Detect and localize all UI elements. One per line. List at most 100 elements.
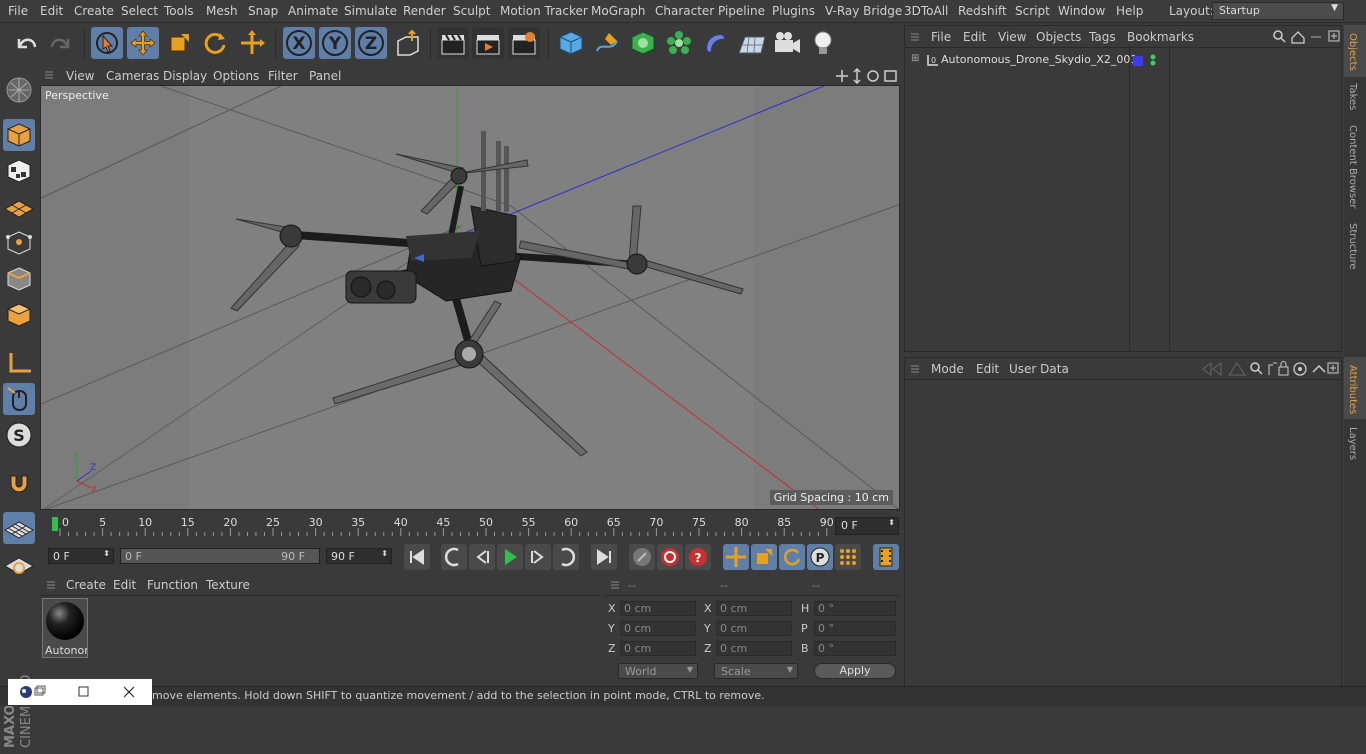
key-scale-button[interactable] [751,544,777,570]
vp-menu-display[interactable]: Display [163,69,207,83]
scale-tool-button[interactable] [163,27,195,59]
rot-p-field[interactable]: 0 ° [814,621,896,636]
model-mode-button[interactable] [3,119,35,151]
live-selection-button[interactable] [91,27,123,59]
window-controls-icons[interactable] [8,679,152,705]
pos-x-field[interactable]: 0 cm [620,601,696,616]
expand-icon[interactable]: ⊞ [911,53,919,64]
tab-attributes[interactable]: Attributes [1347,365,1358,414]
rotate-tool-button[interactable] [199,27,231,59]
obj-menu-objects[interactable]: Objects [1036,30,1081,44]
transform-tool-button[interactable] [236,27,268,59]
attribute-manager-tools[interactable] [1199,360,1341,378]
size-z-field[interactable]: 0 cm [716,641,792,656]
obj-menu-edit[interactable]: Edit [963,30,986,44]
mat-menu-edit[interactable]: Edit [113,578,136,592]
workplane-grid-button[interactable] [3,512,35,544]
key-parameter-button[interactable]: P [807,544,833,570]
menu-script[interactable]: Script [1015,4,1050,18]
magnet-button[interactable] [3,466,35,498]
mat-menu-texture[interactable]: Texture [206,578,250,592]
points-mode-button[interactable] [3,227,35,259]
next-frame-button[interactable] [525,544,551,570]
floor-button[interactable] [735,27,767,59]
vp-menu-cameras[interactable]: Cameras [106,69,159,83]
menu-vray-bridge[interactable]: V-Ray Bridge [825,4,902,18]
menu-help[interactable]: Help [1116,4,1143,18]
undo-button[interactable] [10,27,42,59]
menu-redshift[interactable]: Redshift [958,4,1007,18]
key-position-button[interactable] [723,544,749,570]
tweak-mode-button[interactable] [3,383,35,415]
tab-takes[interactable]: Takes [1347,83,1358,110]
deformer-button[interactable] [699,27,731,59]
rot-h-field[interactable]: 0 ° [814,601,896,616]
attr-menu-mode[interactable]: Mode [931,362,964,376]
subdivision-surface-button[interactable] [627,27,659,59]
tab-content-browser[interactable]: Content Browser [1347,125,1358,208]
texture-mode-button[interactable] [3,155,35,187]
menu-animate[interactable]: Animate [288,4,338,18]
mat-menu-create[interactable]: Create [66,578,106,592]
menu-character[interactable]: Character [655,4,714,18]
vp-menu-view[interactable]: View [66,69,94,83]
preview-range-slider[interactable]: 0 F 90 F [120,548,320,564]
lock-x-axis-button[interactable]: X [283,27,315,59]
tab-objects[interactable]: Objects [1347,33,1358,71]
object-row[interactable]: ⊞ 0 Autonomous_Drone_Skydio_X2_001 [909,52,1137,68]
obj-menu-tags[interactable]: Tags [1089,30,1116,44]
start-frame-field[interactable]: 0 F ⬍ [48,548,114,564]
attr-menu-user-data[interactable]: User Data [1009,362,1069,376]
make-editable-button[interactable] [3,74,35,106]
menu-file[interactable]: File [8,4,28,18]
obj-menu-view[interactable]: View [998,30,1026,44]
menu-pipeline[interactable]: Pipeline [718,4,765,18]
vp-menu-panel[interactable]: Panel [309,69,341,83]
attr-menu-edit[interactable]: Edit [976,362,999,376]
key-rotation-button[interactable] [779,544,805,570]
polygons-mode-button[interactable] [3,299,35,331]
layout-select[interactable]: Startup ▼ [1212,2,1344,20]
viewport-nav-icons[interactable] [835,68,899,84]
tab-structure[interactable]: Structure [1347,223,1358,270]
size-x-field[interactable]: 0 cm [716,601,792,616]
size-mode-select[interactable]: Scale ▼ [714,663,798,679]
snapping-button[interactable]: S [3,419,35,451]
record-active-objects-button[interactable] [657,544,683,570]
menu-mograph[interactable]: MoGraph [591,4,646,18]
menu-plugins[interactable]: Plugins [772,4,815,18]
menu-select[interactable]: Select [121,4,158,18]
lock-z-axis-button[interactable]: Z [355,27,387,59]
play-button[interactable] [497,544,523,570]
menu-mesh[interactable]: Mesh [206,4,238,18]
locked-workplane-button[interactable] [3,548,35,580]
pos-y-field[interactable]: 0 cm [620,621,696,636]
obj-menu-file[interactable]: File [931,30,951,44]
autokeying-button[interactable]: ? [685,544,711,570]
material-swatch[interactable]: Autonom [42,598,88,658]
rot-b-field[interactable]: 0 ° [814,641,896,656]
workplane-mode-button[interactable] [3,191,35,223]
menu-sculpt[interactable]: Sculpt [453,4,490,18]
render-view-button[interactable] [437,27,469,59]
cloner-button[interactable] [663,27,695,59]
menu-3dtoall[interactable]: 3DToAll [904,4,948,18]
menu-render[interactable]: Render [403,4,446,18]
render-to-picture-viewer-button[interactable] [472,27,504,59]
go-to-end-button[interactable] [591,544,617,570]
menu-edit[interactable]: Edit [40,4,63,18]
menu-tools[interactable]: Tools [164,4,194,18]
menu-snap[interactable]: Snap [248,4,278,18]
redo-button[interactable] [45,27,77,59]
vp-menu-options[interactable]: Options [213,69,259,83]
render-settings-button[interactable] [508,27,540,59]
timeline-ruler[interactable]: 0 5 10 15 20 25 30 35 40 45 50 55 60 65 70 75 80 85 90 0 F… [40,512,900,544]
next-key-button[interactable] [553,544,579,570]
move-tool-button[interactable] [127,27,159,59]
pos-z-field[interactable]: 0 cm [620,641,696,656]
apply-button[interactable]: Apply [814,663,896,679]
coordinate-system-button[interactable] [392,27,424,59]
enable-axis-button[interactable] [3,347,35,379]
key-pla-button[interactable] [835,544,861,570]
record-button-disabled[interactable] [629,544,655,570]
